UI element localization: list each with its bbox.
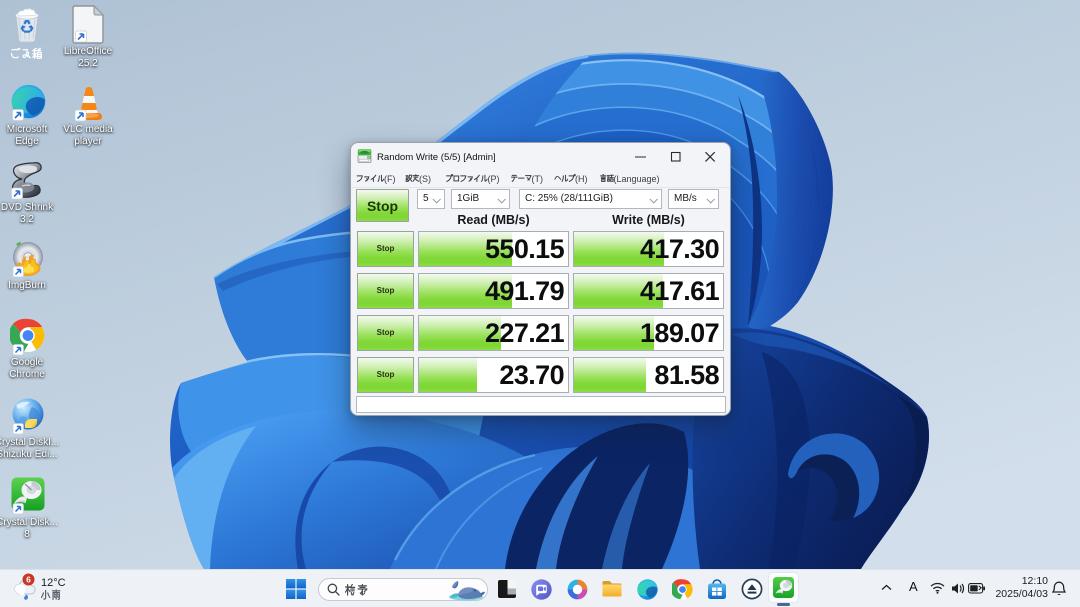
svg-text:(S): (S) xyxy=(419,174,431,184)
svg-text:(P): (P) xyxy=(488,174,500,184)
svg-text:(H): (H) xyxy=(575,174,588,184)
svg-text:(Language): (Language) xyxy=(614,174,660,184)
svg-text:(F): (F) xyxy=(384,174,396,184)
svg-text:6: 6 xyxy=(26,575,31,585)
svg-text:(T): (T) xyxy=(532,174,544,184)
